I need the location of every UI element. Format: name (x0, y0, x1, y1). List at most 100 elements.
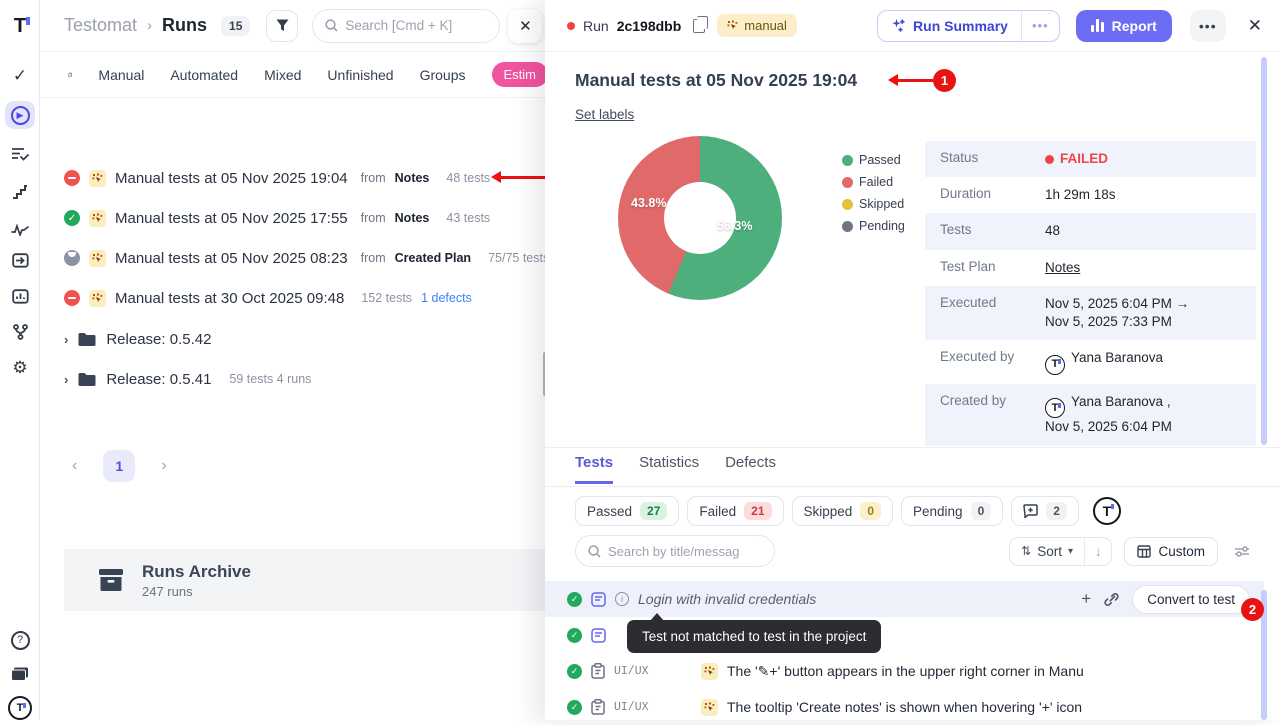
test-row[interactable]: ✓ i Login with invalid credentials + Con… (545, 581, 1264, 617)
tab-unfinished[interactable]: Unfinished (327, 67, 393, 83)
tab-estimate-badge[interactable]: Estim (492, 62, 549, 87)
folder-icon (78, 332, 96, 346)
filter-button[interactable] (266, 10, 298, 42)
manual-run-emoji-icon (89, 290, 106, 307)
convert-to-test-button[interactable]: Convert to test (1132, 585, 1250, 614)
expand-chevron-icon[interactable]: › (64, 332, 68, 347)
run-row[interactable]: Manual tests at 05 Nov 2025 19:04 from N… (64, 165, 490, 191)
info-icon: i (615, 592, 629, 606)
comments-filter-chip[interactable]: 2 (1011, 496, 1079, 526)
run-from-value: Notes (395, 211, 430, 225)
more-actions-button[interactable]: ••• (1190, 10, 1226, 42)
runs-nav-icon[interactable]: ▶ (5, 101, 35, 129)
left-rail: T ✓ ▶ ⚙ ? T (0, 0, 40, 720)
checks-nav-icon[interactable]: ✓ (0, 62, 40, 90)
runs-search[interactable] (312, 9, 500, 43)
run-row[interactable]: Manual tests at 05 Nov 2025 08:23 from C… (64, 245, 548, 271)
breadcrumb-app[interactable]: Testomat (64, 15, 137, 36)
pending-filter-chip[interactable]: Pending0 (901, 496, 1003, 526)
copy-icon[interactable] (693, 19, 705, 33)
release-folder-row[interactable]: › Release: 0.5.41 59 tests 4 runs (64, 366, 311, 392)
tests-search-input[interactable] (608, 544, 748, 559)
plans-nav-icon[interactable] (0, 140, 40, 168)
expand-chevron-icon[interactable]: › (64, 372, 68, 387)
steps-nav-icon[interactable] (0, 178, 40, 206)
tab-automated[interactable]: Automated (170, 67, 238, 83)
branch-nav-icon[interactable] (0, 318, 40, 346)
app-logo[interactable]: T (0, 12, 40, 40)
search-icon (588, 545, 601, 558)
user-logo-icon: T (1045, 355, 1065, 375)
user-avatar[interactable]: T (0, 694, 40, 722)
page-number[interactable]: 1 (103, 450, 135, 482)
failed-count-badge: 21 (744, 502, 771, 520)
close-panel-icon[interactable]: ✕ (1248, 16, 1262, 36)
run-row[interactable]: ✓ Manual tests at 05 Nov 2025 17:55 from… (64, 205, 490, 231)
run-tests-count: 75/75 tests (488, 251, 548, 265)
archive-title: Runs Archive (142, 562, 251, 582)
failed-slice-label: 43.8% (631, 196, 666, 210)
annotation-arrow-1-left (500, 176, 548, 179)
archive-box-icon (98, 568, 124, 592)
chevron-down-icon: ▾ (1068, 546, 1073, 557)
prev-page-icon[interactable]: ‹ (64, 453, 85, 479)
legend-passed-dot (842, 155, 853, 166)
runs-archive-row[interactable]: Runs Archive 247 runs (64, 549, 548, 611)
run-row[interactable]: Manual tests at 30 Oct 2025 09:48 152 te… (64, 285, 472, 311)
folder-icon (78, 372, 96, 386)
legend-passed-label: Passed (859, 153, 901, 167)
run-title: Manual tests at 30 Oct 2025 09:48 (115, 290, 344, 307)
test-tag: UI/UX (614, 701, 692, 714)
release-folder-row[interactable]: › Release: 0.5.42 (64, 326, 211, 352)
report-nav-icon[interactable] (0, 282, 40, 310)
run-summary-more-button[interactable]: ••• (1021, 11, 1059, 41)
tab-defects[interactable]: Defects (725, 454, 776, 484)
failed-filter-chip[interactable]: Failed21 (687, 496, 783, 526)
settings-nav-icon[interactable]: ⚙ (0, 354, 40, 382)
assignee-avatar[interactable]: T (1093, 497, 1121, 525)
select-all-icon[interactable] (68, 67, 72, 83)
pending-count-badge: 0 (971, 502, 992, 520)
tab-manual[interactable]: Manual (98, 67, 144, 83)
tab-groups[interactable]: Groups (420, 67, 466, 83)
docs-icon[interactable] (0, 660, 40, 688)
custom-columns-button[interactable]: Custom (1124, 537, 1218, 566)
chart-legend: Passed Failed Skipped Pending (842, 153, 905, 241)
test-plan-link[interactable]: Notes (1045, 259, 1080, 277)
import-nav-icon[interactable] (0, 246, 40, 274)
view-settings-icon[interactable] (1228, 541, 1256, 562)
tab-tests[interactable]: Tests (575, 454, 613, 484)
clear-search-button[interactable]: ✕ (508, 9, 542, 43)
defects-link[interactable]: 1 defects (421, 291, 472, 305)
passed-count-badge: 27 (640, 502, 667, 520)
activity-nav-icon[interactable] (0, 216, 40, 244)
stairs-icon (12, 185, 28, 199)
report-button[interactable]: Report (1076, 10, 1172, 42)
tab-mixed[interactable]: Mixed (264, 67, 301, 83)
passed-check-icon: ✓ (567, 700, 582, 715)
next-page-icon[interactable]: › (153, 453, 174, 479)
report-chart-icon (1091, 19, 1104, 32)
status-filter-chips: Passed27 Failed21 Skipped0 Pending0 2 T (575, 496, 1121, 526)
comment-plus-icon (1023, 504, 1038, 518)
tests-search[interactable] (575, 535, 775, 567)
folder-meta: 59 tests 4 runs (229, 372, 311, 386)
test-row[interactable]: ✓ UI/UX The '✎+' button appears in the u… (545, 653, 1264, 689)
add-icon[interactable]: + (1081, 589, 1091, 609)
passed-filter-chip[interactable]: Passed27 (575, 496, 679, 526)
skipped-filter-chip[interactable]: Skipped0 (792, 496, 893, 526)
passed-check-icon: ✓ (567, 628, 582, 643)
run-summary-button[interactable]: Run Summary (878, 11, 1021, 41)
tab-statistics[interactable]: Statistics (639, 454, 699, 484)
runs-search-input[interactable] (345, 18, 465, 33)
legend-skipped-dot (842, 199, 853, 210)
sort-split-button: ⇅ Sort ▾ ↓ (1009, 537, 1112, 566)
duration-value: 1h 29m 18s (1045, 186, 1116, 204)
sort-button[interactable]: ⇅ Sort ▾ (1010, 538, 1084, 565)
fork-icon (13, 324, 28, 340)
failed-status-icon (64, 170, 80, 186)
sort-direction-button[interactable]: ↓ (1084, 538, 1112, 565)
set-labels-link[interactable]: Set labels (575, 107, 634, 122)
help-icon[interactable]: ? (0, 626, 40, 654)
detail-scrollbar-thumb[interactable] (1261, 57, 1267, 445)
